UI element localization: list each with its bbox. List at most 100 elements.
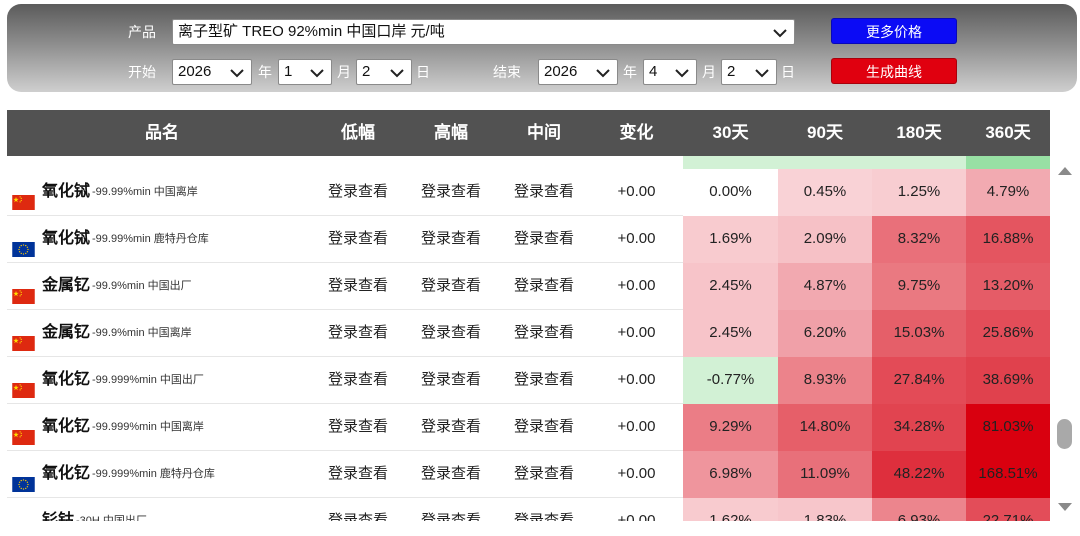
strip-90d xyxy=(778,156,872,169)
scrollbar-thumb[interactable] xyxy=(1057,419,1072,449)
scroll-down-icon[interactable] xyxy=(1057,501,1073,513)
china-flag-icon xyxy=(12,277,35,304)
table-row[interactable]: 钐钴 -30H 中国出厂 登录查看 登录查看 登录查看 +0.00 1.62% 1.83% 6.… xyxy=(7,498,1050,521)
filter-panel: 产品 离子型矿 TREO 92%min 中国口岸 元/吨 更多价格 开始 202… xyxy=(7,4,1077,92)
chevron-down-icon xyxy=(773,29,787,38)
pct-180d-cell: 8.32% xyxy=(872,216,966,263)
product-name[interactable]: 氧化钇 xyxy=(42,465,90,482)
product-name[interactable]: 氧化铽 xyxy=(42,183,90,200)
scroll-up-icon[interactable] xyxy=(1057,165,1073,177)
low-cell: 登录查看 xyxy=(327,324,388,341)
table-row[interactable]: 金属钇 -99.9%min 中国出厂 登录查看 登录查看 登录查看 +0.00 2.45% 4… xyxy=(7,263,1050,310)
pct-180d-cell: 1.25% xyxy=(872,169,966,216)
low-cell: 登录查看 xyxy=(327,465,388,482)
mid-cell: 登录查看 xyxy=(513,418,574,435)
pct-30d-cell: 2.45% xyxy=(683,263,778,310)
product-name-cell: 氧化铽 -99.99%min 鹿特丹仓库 xyxy=(12,216,209,262)
low-cell: 登录查看 xyxy=(327,512,388,521)
header-high: 高幅 xyxy=(434,123,468,142)
change-cell: +0.00 xyxy=(617,324,656,341)
mid-cell: 登录查看 xyxy=(513,183,574,200)
product-name[interactable]: 钐钴 xyxy=(42,512,74,521)
product-name[interactable]: 氧化钇 xyxy=(42,418,90,435)
product-spec: -30H 中国出厂 xyxy=(76,515,147,521)
product-select[interactable]: 离子型矿 TREO 92%min 中国口岸 元/吨 xyxy=(172,19,795,45)
strip-360d xyxy=(966,156,1050,169)
pct-90d-cell: 2.09% xyxy=(778,216,872,263)
high-cell: 登录查看 xyxy=(420,418,481,435)
product-name[interactable]: 氧化铽 xyxy=(42,230,90,247)
scrollbar[interactable] xyxy=(1052,156,1078,521)
eu-flag-icon xyxy=(12,230,35,257)
mid-cell: 登录查看 xyxy=(513,371,574,388)
table-row[interactable]: 氧化铽 -99.99%min 鹿特丹仓库 登录查看 登录查看 登录查看 +0.00 1.69… xyxy=(7,216,1050,263)
product-name[interactable]: 氧化钇 xyxy=(42,371,90,388)
start-month-select[interactable]: 1 xyxy=(278,59,332,85)
product-name[interactable]: 金属钇 xyxy=(42,324,90,341)
pct-30d-cell: 6.98% xyxy=(683,451,778,498)
end-day-select[interactable]: 2 xyxy=(721,59,777,85)
china-flag-icon xyxy=(12,183,35,210)
pct-180d-cell: 48.22% xyxy=(872,451,966,498)
china-flag-icon xyxy=(12,512,35,522)
month-unit: 月 xyxy=(702,64,716,80)
price-table-body: 氧化铽 -99.99%min 中国离岸 登录查看 登录查看 登录查看 +0.00 0.00%… xyxy=(7,169,1050,521)
product-select-value: 离子型矿 TREO 92%min 中国口岸 元/吨 xyxy=(178,23,445,40)
chevron-down-icon xyxy=(390,69,404,78)
table-row[interactable]: 氧化钇 -99.999%min 中国离岸 登录查看 登录查看 登录查看 +0.00 9.29… xyxy=(7,404,1050,451)
product-name-cell: 金属钇 -99.9%min 中国出厂 xyxy=(12,263,192,309)
header-360d: 360天 xyxy=(985,123,1031,142)
strip-30d xyxy=(683,156,778,169)
table-row[interactable]: 氧化钇 -99.999%min 中国出厂 登录查看 登录查看 登录查看 +0.00 -0.7… xyxy=(7,357,1050,404)
start-day-value: 2 xyxy=(362,63,371,80)
start-label: 开始 xyxy=(128,64,156,80)
end-month-select[interactable]: 4 xyxy=(643,59,697,85)
product-spec: -99.999%min 中国出厂 xyxy=(92,374,204,386)
pct-90d-cell: 8.93% xyxy=(778,357,872,404)
table-row[interactable]: 氧化铽 -99.99%min 中国离岸 登录查看 登录查看 登录查看 +0.00 0.00%… xyxy=(7,169,1050,216)
start-day-select[interactable]: 2 xyxy=(356,59,412,85)
month-unit: 月 xyxy=(337,64,351,80)
pct-180d-cell: 27.84% xyxy=(872,357,966,404)
table-row[interactable]: 金属钇 -99.9%min 中国离岸 登录查看 登录查看 登录查看 +0.00 2.45% 6… xyxy=(7,310,1050,357)
start-month-value: 1 xyxy=(284,63,293,80)
product-name[interactable]: 金属钇 xyxy=(42,277,90,294)
pct-360d-cell: 13.20% xyxy=(966,263,1050,310)
product-label: 产品 xyxy=(128,24,156,40)
pct-30d-cell: 2.45% xyxy=(683,310,778,357)
pct-90d-cell: 0.45% xyxy=(778,169,872,216)
change-cell: +0.00 xyxy=(617,418,656,435)
product-name-cell: 金属钇 -99.9%min 中国离岸 xyxy=(12,310,192,356)
header-low: 低幅 xyxy=(341,123,375,142)
pct-90d-cell: 11.09% xyxy=(778,451,872,498)
end-label: 结束 xyxy=(493,64,521,80)
start-year-select[interactable]: 2026 xyxy=(172,59,252,85)
change-cell: +0.00 xyxy=(617,230,656,247)
pct-360d-cell: 38.69% xyxy=(966,357,1050,404)
pct-360d-cell: 4.79% xyxy=(966,169,1050,216)
more-prices-button[interactable]: 更多价格 xyxy=(831,18,957,44)
chevron-down-icon xyxy=(675,69,689,78)
mid-cell: 登录查看 xyxy=(513,465,574,482)
header-180d: 180天 xyxy=(896,123,942,142)
end-year-value: 2026 xyxy=(544,63,578,80)
low-cell: 登录查看 xyxy=(327,418,388,435)
high-cell: 登录查看 xyxy=(420,465,481,482)
end-year-select[interactable]: 2026 xyxy=(538,59,618,85)
product-name-cell: 氧化钇 -99.999%min 鹿特丹仓库 xyxy=(12,451,215,497)
chevron-down-icon xyxy=(230,69,244,78)
chevron-down-icon xyxy=(310,69,324,78)
year-unit: 年 xyxy=(258,64,272,80)
high-cell: 登录查看 xyxy=(420,371,481,388)
generate-curve-button[interactable]: 生成曲线 xyxy=(831,58,957,84)
product-spec: -99.99%min 中国离岸 xyxy=(92,186,198,198)
end-day-value: 2 xyxy=(727,63,736,80)
pct-360d-cell: 168.51% xyxy=(966,451,1050,498)
table-row[interactable]: 氧化钇 -99.999%min 鹿特丹仓库 登录查看 登录查看 登录查看 +0.00 6.9… xyxy=(7,451,1050,498)
china-flag-icon xyxy=(12,418,35,445)
product-name-cell: 氧化铽 -99.99%min 中国离岸 xyxy=(12,169,198,215)
product-spec: -99.9%min 中国离岸 xyxy=(92,327,192,339)
change-cell: +0.00 xyxy=(617,512,656,521)
change-cell: +0.00 xyxy=(617,465,656,482)
high-cell: 登录查看 xyxy=(420,277,481,294)
